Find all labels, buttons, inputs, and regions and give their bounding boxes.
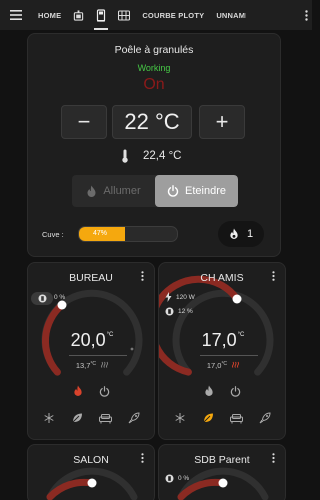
current-temp-value: 13,7: [75, 361, 91, 370]
tab-radiator[interactable]: [112, 0, 136, 30]
divider: [69, 355, 127, 356]
target-temp-value: 17,0: [201, 330, 237, 350]
humidity-info: 12 %: [165, 307, 193, 316]
stove-card: Poêle à granulés Working On − 22 °C + 22…: [27, 33, 281, 257]
thermostat-name: SDB Parent: [194, 454, 250, 466]
tab-fuel[interactable]: [90, 0, 112, 30]
thermostat-dial-handle[interactable]: [218, 478, 228, 488]
target-temp-unit: °C: [106, 332, 114, 338]
lightning-icon: [165, 292, 172, 302]
tab-unnamed[interactable]: UNNAMED: [210, 0, 246, 30]
heat-percent-value: 0 %: [54, 294, 66, 301]
presets: [28, 412, 154, 424]
frost-preset-icon[interactable]: [174, 412, 186, 424]
heat-mode-button[interactable]: [204, 385, 214, 397]
radiator-valve-icon: [165, 474, 174, 483]
heat-mode-button[interactable]: [73, 385, 83, 397]
thermostat-name: CH AMIS: [200, 272, 244, 284]
presets: [159, 412, 285, 424]
heating-waves-icon: [232, 361, 240, 368]
fire-icon: [86, 185, 97, 198]
power-icon: [167, 185, 179, 197]
heat-percent: 0 %: [165, 474, 189, 483]
current-temp: 13,7°C: [28, 361, 156, 370]
tab-home[interactable]: HOME: [32, 0, 67, 30]
eteindre-button[interactable]: Eteindre: [155, 175, 238, 207]
humidity-value: 12 %: [178, 308, 193, 315]
eteindre-label: Eteindre: [185, 185, 226, 197]
thermostat-name: SALON: [73, 454, 109, 466]
cuve-level-text: 47%: [93, 230, 108, 237]
current-temp: 17,0°C: [159, 361, 287, 370]
thermostat-card-ch-amis[interactable]: CH AMIS 120 W 12 % 17,0°C 17,0°C: [158, 262, 286, 440]
thermostat-card-bureau[interactable]: BUREAU 0 % 20,0°C 13,7°C: [27, 262, 155, 440]
thermostat-dial-handle[interactable]: [87, 478, 97, 488]
radiator-valve-icon: [165, 307, 174, 316]
increase-temp-button[interactable]: +: [199, 105, 245, 139]
allumer-label: Allumer: [103, 185, 141, 197]
stove-state: On: [143, 76, 165, 93]
more-vertical-icon[interactable]: [139, 270, 145, 282]
more-vertical-icon[interactable]: [300, 0, 312, 30]
tab-courbe-ploty[interactable]: COURBE PLOTY: [136, 0, 210, 30]
off-mode-button[interactable]: [99, 385, 110, 397]
target-temp-unit: °C: [237, 332, 245, 338]
eco-leaf-preset-icon[interactable]: [202, 412, 214, 424]
radiator-icon: [118, 9, 131, 21]
heat-percent: 0 %: [54, 294, 65, 301]
power-value: 120 W: [176, 293, 195, 301]
cuve-label: Cuve :: [42, 230, 64, 239]
power-info: 120 W: [165, 292, 195, 302]
thermostat-name: BUREAU: [69, 272, 113, 284]
current-temp-unit: °C: [90, 361, 97, 367]
top-app-bar: HOME COURBE PLOTY UNNAMED: [0, 0, 312, 30]
flame-level-badge[interactable]: 1: [218, 221, 264, 247]
sofa-comfort-preset-icon[interactable]: [229, 412, 243, 424]
thermostat-card-salon[interactable]: SALON: [27, 444, 155, 500]
heat-percent-value: 0 %: [178, 475, 190, 482]
cuve-level-bar: 47%: [78, 226, 178, 242]
allumer-button[interactable]: Allumer: [72, 175, 155, 207]
thermostat-dial-handle[interactable]: [232, 294, 242, 304]
stove-power-toggle: Allumer Eteindre: [72, 175, 238, 207]
divider: [200, 355, 258, 356]
target-temp: 17,0°C: [159, 330, 287, 351]
flame-count: 1: [246, 228, 254, 240]
fire-icon: [229, 228, 239, 240]
thermostat-card-sdb-parent[interactable]: SDB Parent 0 %: [158, 444, 286, 500]
current-temperature: 22,4 °C: [121, 148, 181, 164]
off-mode-button[interactable]: [230, 385, 241, 397]
target-temp: 20,0°C: [28, 330, 156, 351]
sofa-comfort-preset-icon[interactable]: [98, 412, 112, 424]
more-vertical-icon[interactable]: [270, 452, 276, 464]
current-temp-value: 17,0: [206, 361, 222, 370]
frost-preset-icon[interactable]: [43, 412, 55, 424]
gas-station-icon: [96, 8, 106, 22]
more-vertical-icon[interactable]: [270, 270, 276, 282]
eco-leaf-preset-icon[interactable]: [71, 412, 83, 424]
rocket-boost-preset-icon[interactable]: [128, 412, 140, 424]
target-temp-value: 20,0: [70, 330, 106, 350]
thermometer-icon: [121, 149, 129, 163]
current-temperature-value: 22,4 °C: [143, 150, 182, 162]
menu-icon[interactable]: [0, 0, 32, 30]
decrease-temp-button[interactable]: −: [61, 105, 107, 139]
target-temperature: 22 °C: [112, 105, 192, 139]
hvac-modes: [28, 385, 154, 397]
heating-waves-icon: [101, 361, 109, 368]
more-vertical-icon[interactable]: [139, 452, 145, 464]
stove-icon: [73, 9, 84, 21]
rocket-boost-preset-icon[interactable]: [259, 412, 271, 424]
radiator-valve-icon: [38, 294, 47, 303]
stove-status: Working: [137, 63, 171, 73]
hvac-modes: [159, 385, 285, 397]
thermostat-dial-handle[interactable]: [57, 300, 67, 310]
tab-stove[interactable]: [67, 0, 90, 30]
stove-title: Poêle à granulés: [114, 44, 194, 56]
heat-percent-badge: [31, 292, 53, 305]
current-temp-unit: °C: [221, 361, 228, 367]
